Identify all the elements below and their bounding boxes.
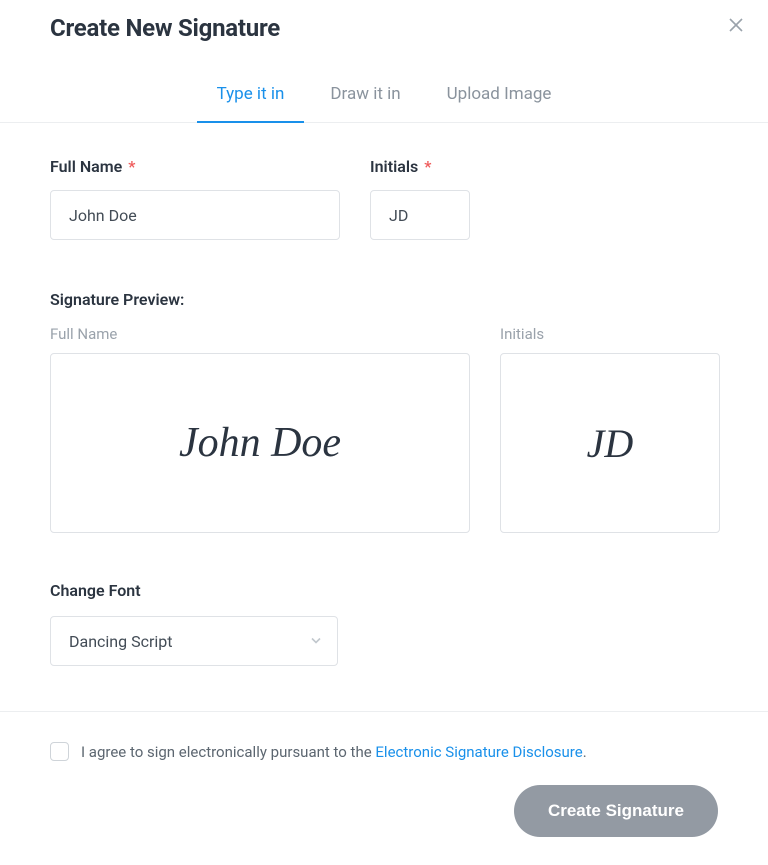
fullname-label-text: Full Name	[50, 157, 122, 176]
modal-title: Create New Signature	[50, 14, 280, 42]
initials-label: Initials *	[370, 157, 470, 176]
font-select[interactable]: Dancing Script	[50, 616, 338, 666]
preview-row: Full Name John Doe Initials JD	[50, 325, 718, 533]
initials-input[interactable]	[370, 190, 470, 240]
agree-checkbox[interactable]	[50, 742, 69, 761]
fullname-input[interactable]	[50, 190, 340, 240]
input-row: Full Name * Initials *	[50, 157, 718, 240]
modal-footer: I agree to sign electronically pursuant …	[0, 711, 768, 865]
font-select-value: Dancing Script	[69, 632, 173, 651]
field-initials: Initials *	[370, 157, 470, 240]
close-icon	[729, 17, 743, 36]
preview-box-initials: JD	[500, 353, 720, 533]
create-signature-button[interactable]: Create Signature	[514, 785, 718, 837]
preview-col-fullname: Full Name John Doe	[50, 325, 470, 533]
modal-content: Full Name * Initials * Signature Preview…	[0, 123, 768, 711]
close-button[interactable]	[724, 14, 748, 38]
agree-text-suffix: .	[583, 743, 587, 761]
agree-row: I agree to sign electronically pursuant …	[50, 742, 718, 761]
required-mark: *	[424, 157, 431, 176]
modal-header: Create New Signature	[0, 0, 768, 42]
preview-fullname-sublabel: Full Name	[50, 325, 470, 343]
tab-type-it-in[interactable]: Type it in	[213, 84, 289, 122]
signature-fullname-preview: John Doe	[179, 419, 341, 467]
preview-initials-sublabel: Initials	[500, 325, 720, 343]
font-select-wrap: Dancing Script	[50, 616, 338, 666]
footer-actions: Create Signature	[50, 785, 718, 837]
preview-col-initials: Initials JD	[500, 325, 720, 533]
signature-initials-preview: JD	[587, 420, 634, 467]
tabs: Type it in Draw it in Upload Image	[0, 84, 768, 123]
change-font-label: Change Font	[50, 581, 718, 600]
preview-box-fullname: John Doe	[50, 353, 470, 533]
fullname-label: Full Name *	[50, 157, 340, 176]
signature-preview-label: Signature Preview:	[50, 290, 718, 309]
required-mark: *	[128, 157, 135, 176]
tab-draw-it-in[interactable]: Draw it in	[326, 84, 404, 122]
change-font-section: Change Font Dancing Script	[50, 581, 718, 666]
agree-text: I agree to sign electronically pursuant …	[81, 743, 587, 761]
agree-text-prefix: I agree to sign electronically pursuant …	[81, 743, 375, 761]
tab-upload-image[interactable]: Upload Image	[443, 84, 556, 122]
initials-label-text: Initials	[370, 157, 418, 176]
field-fullname: Full Name *	[50, 157, 340, 240]
disclosure-link[interactable]: Electronic Signature Disclosure	[375, 743, 582, 761]
create-signature-modal: Create New Signature Type it in Draw it …	[0, 0, 768, 865]
